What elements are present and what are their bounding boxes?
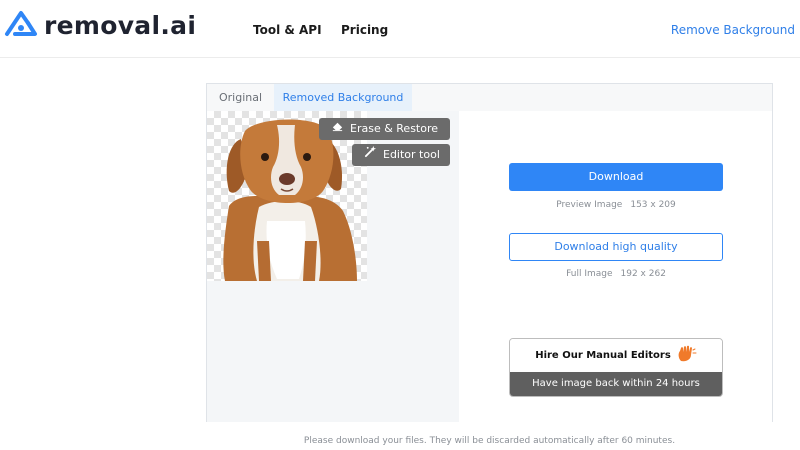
preview-image-size: 153 x 209 bbox=[630, 200, 676, 210]
result-panel: Original Removed Background Erase & Rest… bbox=[206, 83, 773, 422]
magic-wand-icon bbox=[364, 144, 377, 166]
full-image-size: 192 x 262 bbox=[620, 269, 666, 279]
download-high-quality-button[interactable]: Download high quality bbox=[509, 233, 723, 261]
preview-image-info: Preview Image 153 x 209 bbox=[509, 200, 723, 210]
view-tabs: Original Removed Background bbox=[207, 84, 772, 112]
hire-subtitle: Have image back within 24 hours bbox=[510, 372, 722, 396]
remove-background-link[interactable]: Remove Background bbox=[671, 23, 795, 37]
nav-tool-api[interactable]: Tool & API bbox=[253, 23, 322, 37]
download-area: Download Preview Image 153 x 209 Download… bbox=[459, 111, 772, 422]
waving-hand-icon bbox=[675, 345, 697, 366]
top-header: removal.ai Tool & API Pricing Remove Bac… bbox=[0, 0, 800, 58]
hire-title: Hire Our Manual Editors bbox=[535, 350, 671, 361]
preview-image-label: Preview Image bbox=[556, 200, 623, 210]
eraser-icon bbox=[331, 118, 344, 140]
erase-restore-label: Erase & Restore bbox=[350, 122, 439, 135]
tab-removed-background[interactable]: Removed Background bbox=[274, 84, 412, 111]
logo[interactable]: removal.ai bbox=[4, 10, 196, 40]
hire-card-header: Hire Our Manual Editors bbox=[510, 339, 722, 372]
image-preview-area: Erase & Restore Editor tool bbox=[207, 111, 459, 422]
removal-logo-icon bbox=[4, 9, 42, 42]
discard-notice: Please download your files. They will be… bbox=[303, 436, 676, 446]
hire-manual-editors-card[interactable]: Hire Our Manual Editors Have image back … bbox=[509, 338, 723, 397]
tab-original[interactable]: Original bbox=[207, 84, 274, 111]
erase-restore-button[interactable]: Erase & Restore bbox=[319, 118, 450, 140]
download-button[interactable]: Download bbox=[509, 163, 723, 191]
logo-text: removal.ai bbox=[44, 10, 197, 40]
full-image-info: Full Image 192 x 262 bbox=[509, 269, 723, 279]
editor-tool-button[interactable]: Editor tool bbox=[352, 144, 450, 166]
editor-tool-label: Editor tool bbox=[383, 148, 440, 161]
full-image-label: Full Image bbox=[566, 269, 613, 279]
nav-pricing[interactable]: Pricing bbox=[341, 23, 388, 37]
